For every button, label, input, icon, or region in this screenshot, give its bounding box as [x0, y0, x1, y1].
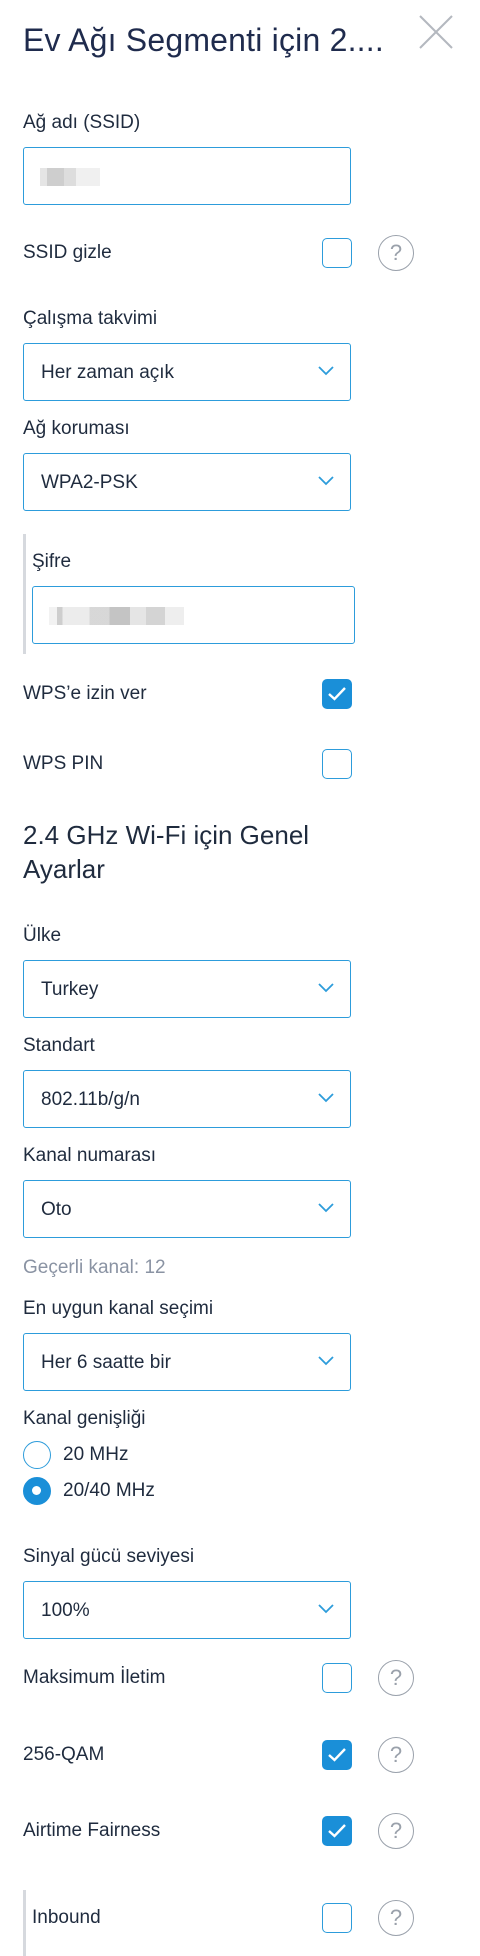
bandwidth-20-radio[interactable] [23, 1441, 51, 1469]
signal-label: Sinyal gücü seviyesi [23, 1546, 195, 1567]
country-value: Turkey [41, 979, 99, 1000]
help-icon[interactable]: ? [378, 1737, 414, 1773]
password-value-redacted [49, 607, 184, 625]
wps-checkbox[interactable] [322, 679, 352, 709]
bandwidth-2040-radio[interactable] [23, 1477, 51, 1505]
protection-value: WPA2-PSK [41, 472, 138, 493]
protection-label: Ağ koruması [23, 418, 130, 439]
country-label: Ülke [23, 925, 62, 946]
standard-label: Standart [23, 1035, 95, 1056]
check-icon [328, 1824, 346, 1838]
wps-pin-checkbox[interactable] [322, 749, 352, 779]
bandwidth-20-label[interactable]: 20 MHz [63, 1444, 128, 1466]
ssid-input[interactable] [23, 147, 351, 205]
max-transmit-checkbox[interactable] [322, 1663, 352, 1693]
best-channel-value: Her 6 saatte bir [41, 1352, 171, 1373]
hide-ssid-label: SSID gizle [23, 242, 112, 263]
channel-label: Kanal numarası [23, 1145, 157, 1166]
check-icon [328, 1748, 346, 1762]
qam-checkbox[interactable] [322, 1740, 352, 1770]
wps-pin-label: WPS PIN [23, 753, 104, 774]
current-channel-text: Geçerli kanal: 12 [23, 1257, 166, 1278]
bandwidth-2040-label[interactable]: 20/40 MHz [63, 1480, 155, 1502]
qam-label: 256-QAM [23, 1744, 105, 1765]
channel-select[interactable]: Oto [23, 1180, 351, 1238]
group-indicator [23, 534, 26, 654]
chevron-down-icon [318, 366, 334, 376]
ssid-value-redacted [40, 168, 100, 186]
ssid-label: Ağ adı (SSID) [23, 112, 141, 133]
check-icon [328, 687, 346, 701]
chevron-down-icon [318, 476, 334, 486]
chevron-down-icon [318, 1604, 334, 1614]
chevron-down-icon [318, 1203, 334, 1213]
signal-value: 100% [41, 1600, 90, 1621]
help-icon[interactable]: ? [378, 235, 414, 271]
standard-value: 802.11b/g/n [41, 1089, 140, 1110]
chevron-down-icon [318, 1093, 334, 1103]
signal-select[interactable]: 100% [23, 1581, 351, 1639]
help-icon[interactable]: ? [378, 1660, 414, 1696]
help-icon[interactable]: ? [378, 1813, 414, 1849]
wps-label: WPS’e izin ver [23, 683, 147, 704]
channel-value: Oto [41, 1199, 72, 1220]
password-label: Şifre [32, 551, 72, 572]
best-channel-label: En uygun kanal seçimi [23, 1298, 214, 1319]
chevron-down-icon [318, 983, 334, 993]
chevron-down-icon [318, 1356, 334, 1366]
inbound-checkbox[interactable] [322, 1903, 352, 1933]
help-icon[interactable]: ? [378, 1900, 414, 1936]
group-indicator [23, 1890, 26, 1956]
country-select[interactable]: Turkey [23, 960, 351, 1018]
schedule-select[interactable]: Her zaman açık [23, 343, 351, 401]
best-channel-select[interactable]: Her 6 saatte bir [23, 1333, 351, 1391]
protection-select[interactable]: WPA2-PSK [23, 453, 351, 511]
standard-select[interactable]: 802.11b/g/n [23, 1070, 351, 1128]
airtime-label: Airtime Fairness [23, 1820, 161, 1841]
panel-title: Ev Ağı Segmenti için 2.... [23, 22, 384, 58]
hide-ssid-checkbox[interactable] [322, 238, 352, 268]
general-settings-title: 2.4 GHz Wi-Fi için Genel Ayarlar [23, 820, 310, 884]
close-icon[interactable] [416, 12, 456, 52]
schedule-value: Her zaman açık [41, 362, 175, 383]
inbound-label: Inbound [32, 1907, 101, 1928]
max-transmit-label: Maksimum İletim [23, 1667, 166, 1688]
airtime-checkbox[interactable] [322, 1816, 352, 1846]
bandwidth-label: Kanal genişliği [23, 1408, 146, 1429]
password-input[interactable] [32, 586, 355, 644]
schedule-label: Çalışma takvimi [23, 308, 158, 329]
